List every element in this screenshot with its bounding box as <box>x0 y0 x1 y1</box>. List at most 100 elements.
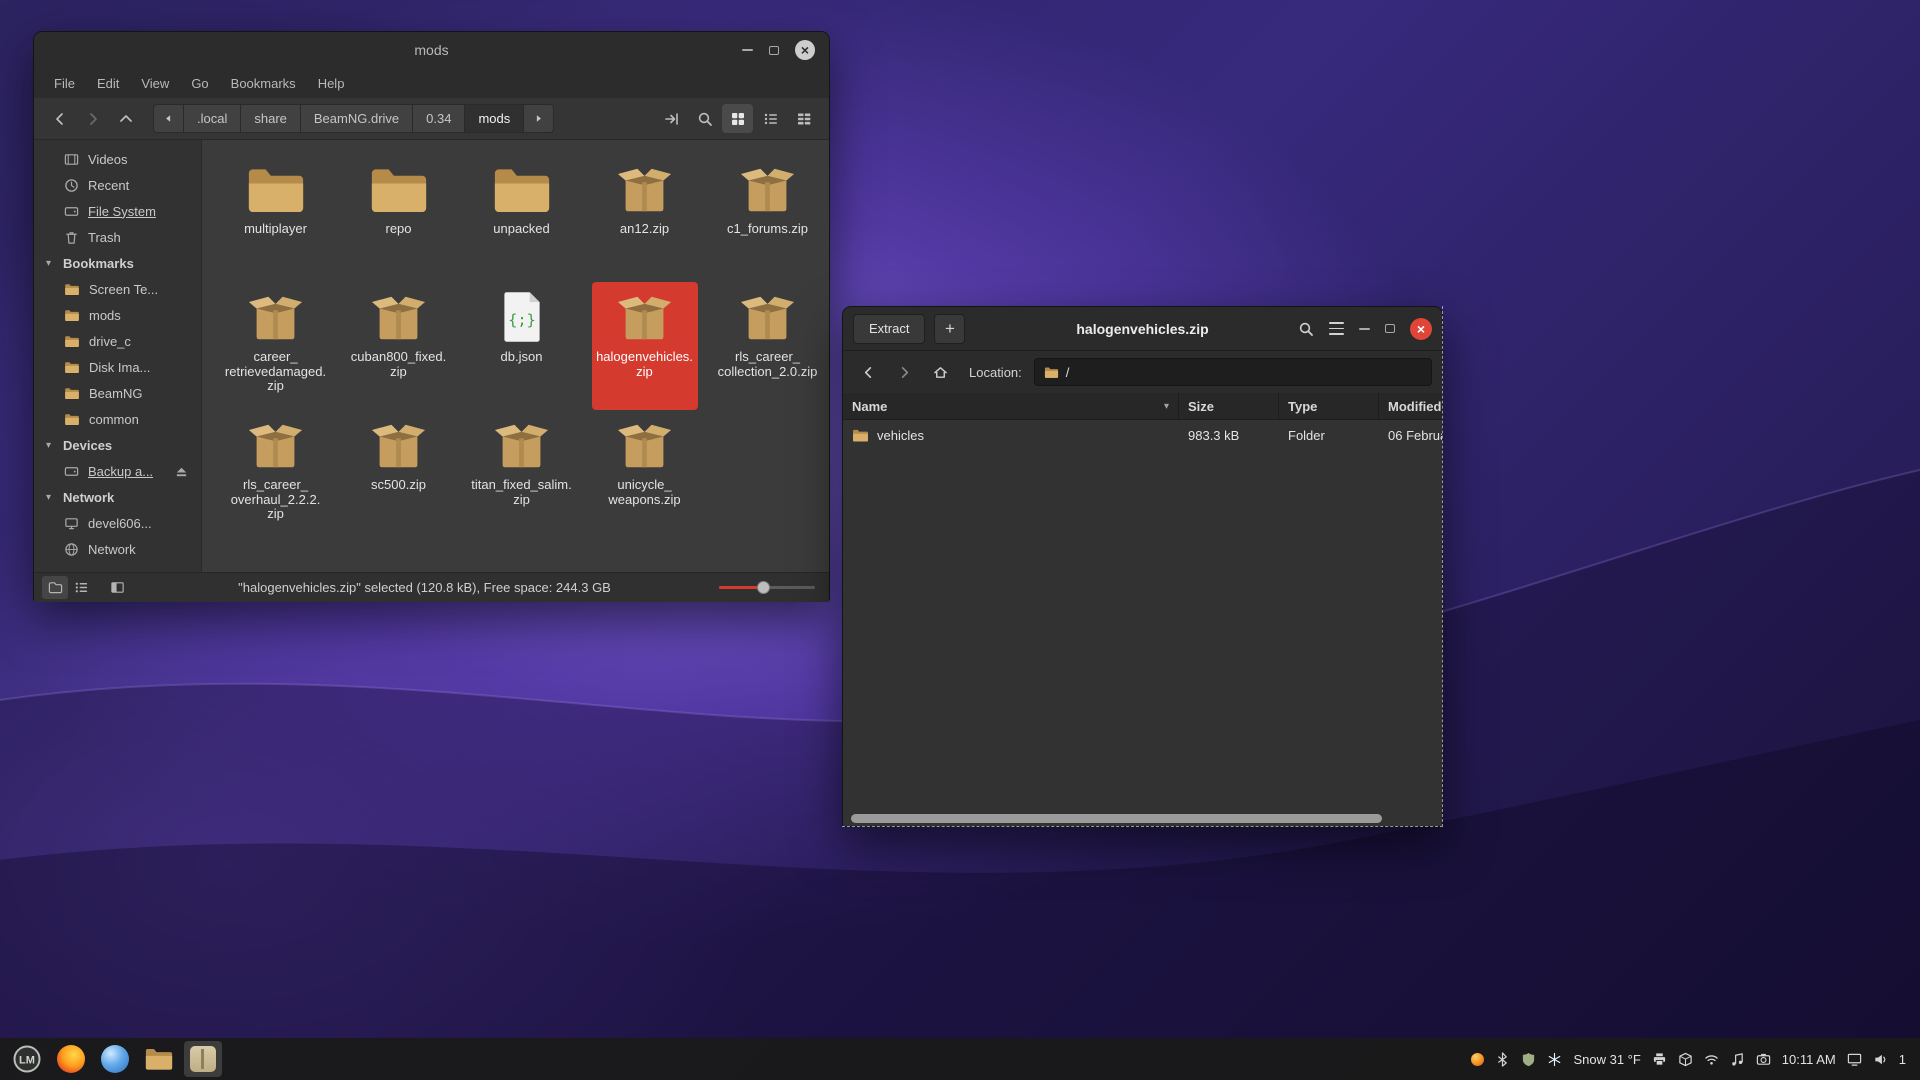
bluetooth-icon[interactable] <box>1495 1052 1510 1067</box>
sidebar-item-file-system[interactable]: File System <box>34 198 201 224</box>
snowflake-icon[interactable] <box>1547 1052 1562 1067</box>
back-button[interactable] <box>853 358 883 386</box>
file-item[interactable]: multiplayer <box>223 154 329 282</box>
hamburger-menu-icon[interactable] <box>1329 322 1344 334</box>
display-icon[interactable] <box>1847 1052 1862 1067</box>
home-button[interactable] <box>925 358 955 386</box>
network-icon[interactable] <box>1704 1052 1719 1067</box>
show-places-button[interactable] <box>42 576 68 599</box>
file-item[interactable]: sc500.zip <box>346 410 452 538</box>
location-entry[interactable]: / <box>1034 358 1432 386</box>
files-launcher[interactable] <box>140 1041 178 1077</box>
column-name[interactable]: Name▾ <box>843 393 1179 419</box>
column-size[interactable]: Size <box>1179 393 1279 419</box>
screenshot-icon[interactable] <box>1756 1052 1771 1067</box>
column-modified[interactable]: Modified <box>1379 393 1442 419</box>
sidebar-item-devel[interactable]: devel606... <box>34 510 201 536</box>
horizontal-scrollbar[interactable] <box>851 814 1434 823</box>
file-item-selected[interactable]: halogenvehicles. zip <box>592 282 698 410</box>
music-icon[interactable] <box>1730 1052 1745 1067</box>
toggle-sidebar-button[interactable] <box>104 576 130 599</box>
file-item[interactable]: unpacked <box>469 154 575 282</box>
menu-file[interactable]: File <box>44 73 85 94</box>
menu-help[interactable]: Help <box>308 73 355 94</box>
file-item[interactable]: titan_fixed_salim. zip <box>469 410 575 538</box>
package-icon[interactable] <box>1678 1052 1693 1067</box>
browser-launcher[interactable] <box>96 1041 134 1077</box>
sidebar-item-recent[interactable]: Recent <box>34 172 201 198</box>
menu-bookmarks[interactable]: Bookmarks <box>221 73 306 94</box>
breadcrumb-beamng[interactable]: BeamNG.drive <box>301 104 413 133</box>
file-view[interactable]: multiplayer repo unpacked an12.zip c1_fo… <box>202 140 829 572</box>
search-icon[interactable] <box>1298 321 1314 337</box>
show-treeview-button[interactable] <box>68 576 94 599</box>
up-button[interactable] <box>110 104 141 133</box>
sidebar-item-drive-c[interactable]: drive_c <box>34 328 201 354</box>
scrollbar-thumb[interactable] <box>851 814 1382 823</box>
file-item[interactable]: rls_career_ collection_2.0.zip <box>715 282 821 410</box>
sidebar-section-network[interactable]: ▾Network <box>34 484 201 510</box>
file-item[interactable]: unicycle_ weapons.zip <box>592 410 698 538</box>
menu-view[interactable]: View <box>131 73 179 94</box>
archive-headerbar[interactable]: Extract + halogenvehicles.zip × <box>843 307 1442 351</box>
breadcrumb-share[interactable]: share <box>241 104 301 133</box>
weather-label[interactable]: Snow 31 °F <box>1573 1052 1640 1067</box>
breadcrumb-mods[interactable]: mods <box>465 104 524 133</box>
sidebar-item-screen[interactable]: Screen Te... <box>34 276 201 302</box>
menu-button[interactable] <box>8 1041 46 1077</box>
maximize-button[interactable] <box>769 46 779 55</box>
sidebar-item-disk-images[interactable]: Disk Ima... <box>34 354 201 380</box>
printer-icon[interactable] <box>1652 1052 1667 1067</box>
sidebar-item-beamng[interactable]: BeamNG <box>34 380 201 406</box>
menu-edit[interactable]: Edit <box>87 73 129 94</box>
zoom-slider[interactable] <box>719 580 815 595</box>
firefox-launcher[interactable] <box>52 1041 90 1077</box>
redshift-icon[interactable] <box>1471 1053 1484 1066</box>
clock-label[interactable]: 10:11 AM <box>1782 1052 1836 1067</box>
minimize-button[interactable] <box>1359 328 1370 330</box>
sidebar-item-trash[interactable]: Trash <box>34 224 201 250</box>
sidebar-section-devices[interactable]: ▾Devices <box>34 432 201 458</box>
add-files-button[interactable]: + <box>934 314 965 344</box>
file-item[interactable]: career_ retrievedamaged. zip <box>223 282 329 410</box>
close-button[interactable]: × <box>795 40 815 60</box>
sidebar-item-common[interactable]: common <box>34 406 201 432</box>
close-button[interactable]: × <box>1410 318 1432 340</box>
shield-icon[interactable] <box>1521 1052 1536 1067</box>
breadcrumb-local[interactable]: .local <box>184 104 241 133</box>
path-scroll-right-button[interactable] <box>524 104 554 133</box>
search-button[interactable] <box>689 104 720 133</box>
file-item[interactable]: c1_forums.zip <box>715 154 821 282</box>
file-item[interactable]: rls_career_ overhaul_2.2.2. zip <box>223 410 329 538</box>
sidebar-item-videos[interactable]: Videos <box>34 146 201 172</box>
list-view-button[interactable] <box>755 104 786 133</box>
file-manager-titlebar[interactable]: mods × <box>34 32 829 68</box>
toggle-location-entry-button[interactable] <box>656 104 687 133</box>
file-item[interactable]: an12.zip <box>592 154 698 282</box>
icon-view-button[interactable] <box>722 104 753 133</box>
maximize-button[interactable] <box>1385 324 1395 333</box>
menu-go[interactable]: Go <box>181 73 218 94</box>
file-item[interactable]: db.json <box>469 282 575 410</box>
path-scroll-left-button[interactable] <box>153 104 184 133</box>
column-type[interactable]: Type <box>1279 393 1379 419</box>
forward-button[interactable] <box>889 358 919 386</box>
compact-view-button[interactable] <box>788 104 819 133</box>
volume-icon[interactable] <box>1873 1052 1888 1067</box>
table-row[interactable]: vehicles 983.3 kB Folder 06 Februa <box>843 420 1442 451</box>
sidebar-section-bookmarks[interactable]: ▾Bookmarks <box>34 250 201 276</box>
back-button[interactable] <box>44 104 75 133</box>
sidebar-item-network[interactable]: Network <box>34 536 201 562</box>
breadcrumb-034[interactable]: 0.34 <box>413 104 465 133</box>
notification-count[interactable]: 1 <box>1899 1052 1906 1067</box>
eject-icon[interactable] <box>174 464 189 479</box>
file-item[interactable]: repo <box>346 154 452 282</box>
forward-button[interactable] <box>77 104 108 133</box>
sidebar-item-mods[interactable]: mods <box>34 302 201 328</box>
zoom-knob[interactable] <box>757 581 770 594</box>
archive-manager-task[interactable] <box>184 1041 222 1077</box>
extract-button[interactable]: Extract <box>853 314 925 344</box>
minimize-button[interactable] <box>742 49 753 51</box>
sidebar-item-backup[interactable]: Backup a... <box>34 458 201 484</box>
file-item[interactable]: cuban800_fixed. zip <box>346 282 452 410</box>
